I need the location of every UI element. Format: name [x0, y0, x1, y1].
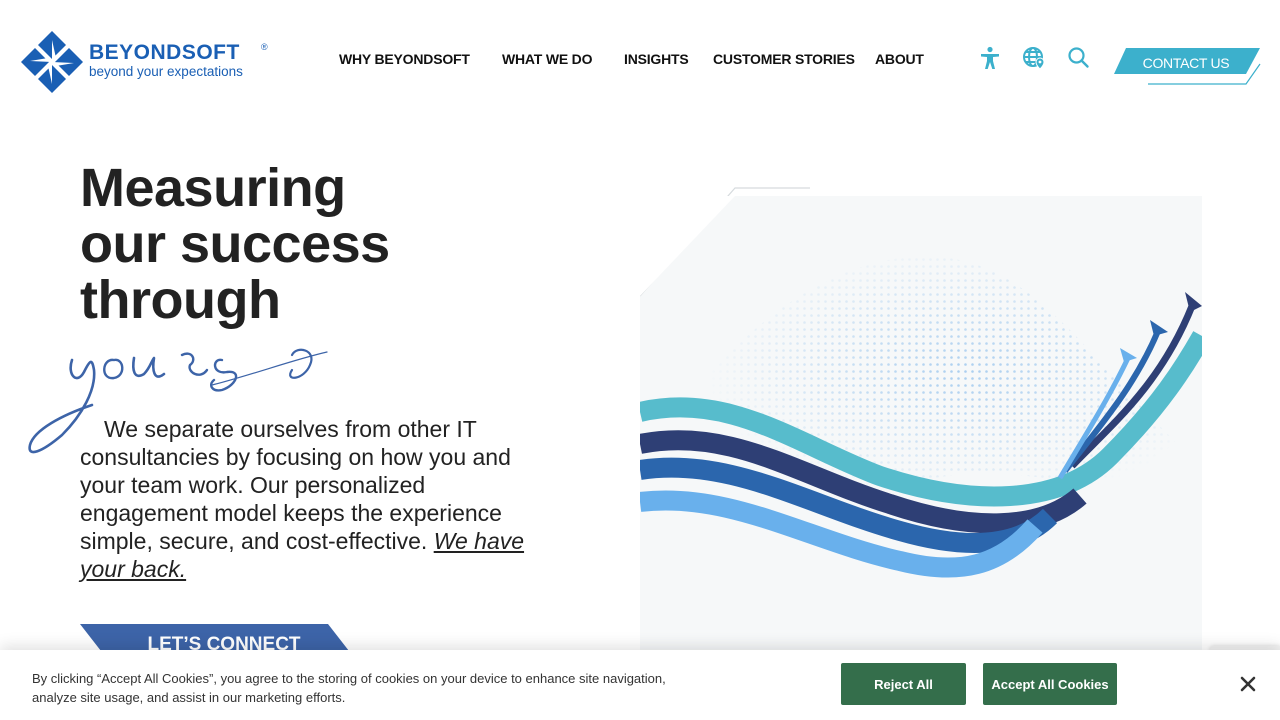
nav-about[interactable]: ABOUT: [875, 51, 924, 67]
contact-us-button[interactable]: CONTACT US: [1112, 46, 1262, 88]
reject-all-button[interactable]: Reject All: [841, 663, 966, 705]
headline-line-1: Measuring: [80, 158, 346, 218]
nav-insights[interactable]: INSIGHTS: [624, 51, 689, 67]
logo-tagline: beyond your expectations: [89, 64, 243, 79]
close-icon[interactable]: [1236, 672, 1260, 696]
beyondsoft-logo[interactable]: BEYONDSOFT ® beyond your expectations: [20, 30, 280, 96]
headline-line-2: our success: [80, 214, 390, 274]
nav-customer-stories[interactable]: CUSTOMER STORIES: [713, 51, 855, 67]
nav-what-we-do[interactable]: WHAT WE DO: [502, 51, 592, 67]
logo-wordmark: BEYONDSOFT: [89, 41, 240, 64]
hero-headline: Measuring our success through: [80, 160, 390, 328]
cookie-consent-text: By clicking “Accept All Cookies”, you ag…: [32, 671, 666, 705]
globe-location-icon[interactable]: [1021, 45, 1047, 71]
accessibility-icon[interactable]: [977, 45, 1003, 71]
nav-why-beyondsoft[interactable]: WHY BEYONDSOFT: [339, 51, 470, 67]
accept-all-cookies-button[interactable]: Accept All Cookies: [983, 663, 1117, 705]
contact-us-label: CONTACT US: [1142, 55, 1230, 71]
hero-body-text: We separate ourselves from other IT cons…: [80, 415, 550, 583]
registered-mark: ®: [261, 42, 268, 52]
search-icon[interactable]: [1066, 45, 1092, 71]
site-header: BEYONDSOFT ® beyond your expectations WH…: [0, 0, 1280, 120]
headline-line-3: through: [80, 270, 281, 330]
logo-mark-icon: [21, 31, 83, 93]
cookie-banner: By clicking “Accept All Cookies”, you ag…: [0, 650, 1280, 720]
hero-growth-waves-image: [640, 186, 1202, 656]
